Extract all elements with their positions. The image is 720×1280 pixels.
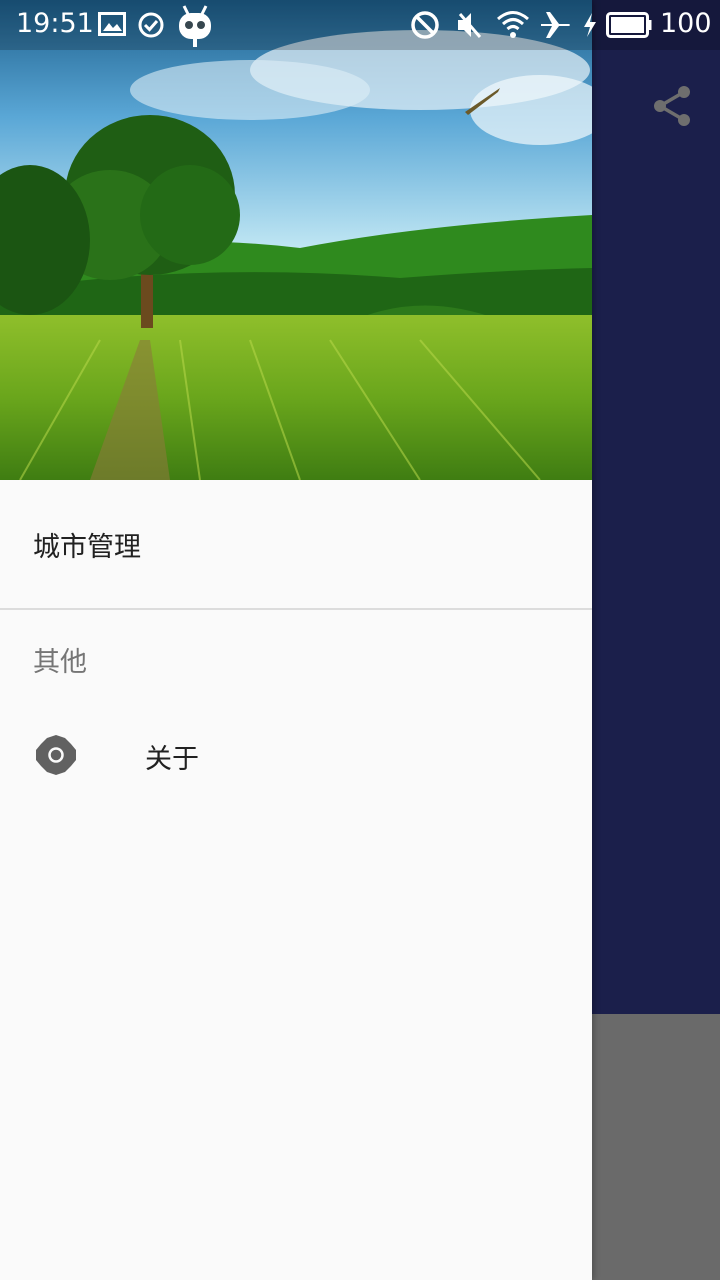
airplane-icon [540,10,572,40]
image-icon [98,12,126,36]
cyanogen-mascot-icon [176,4,214,48]
share-icon [654,86,690,126]
drawer-header-image [0,0,592,480]
battery-icon [606,12,652,38]
menu-item-city-management[interactable]: 城市管理 [0,480,592,608]
navigation-drawer: 城市管理 其他 关于 [0,0,592,1280]
menu-item-label: 城市管理 [33,531,141,563]
do-not-disturb-icon [410,10,440,40]
wifi-icon [496,8,530,40]
battery-percentage: 100 [660,8,712,39]
mute-icon [456,10,484,40]
status-bar: 19:51 100 [0,0,720,50]
share-button[interactable] [648,82,696,130]
divider [0,608,592,610]
landscape-image [0,0,592,480]
section-title-other: 其他 [33,647,87,678]
menu-item-label: 关于 [145,744,199,775]
check-circle-icon [138,12,164,38]
menu-item-about[interactable]: 关于 [0,690,592,818]
charging-icon [582,12,598,38]
status-time: 19:51 [16,8,94,39]
gear-icon [36,735,76,775]
screen: 城市管理 其他 关于 19:51 100 [0,0,720,1280]
